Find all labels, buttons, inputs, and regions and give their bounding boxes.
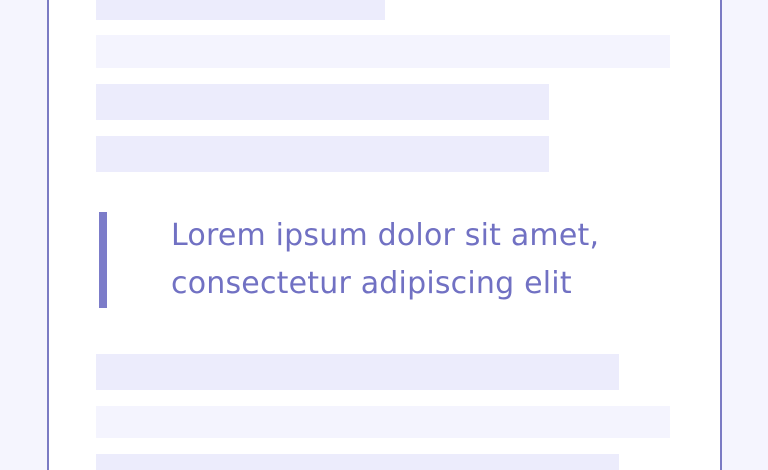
document-page: Lorem ipsum dolor sit amet, consectetur … <box>47 0 722 470</box>
text-placeholder-line-4 <box>96 136 549 172</box>
text-placeholder-line-7 <box>96 454 619 470</box>
blockquote-text: Lorem ipsum dolor sit amet, consectetur … <box>171 218 600 301</box>
blockquote-accent-bar <box>99 212 107 308</box>
text-placeholder-line-3 <box>96 84 549 120</box>
text-placeholder-line-5 <box>96 354 619 390</box>
text-placeholder-line-1 <box>96 0 385 20</box>
text-placeholder-line-6 <box>96 406 670 438</box>
text-placeholder-line-2 <box>96 35 670 68</box>
